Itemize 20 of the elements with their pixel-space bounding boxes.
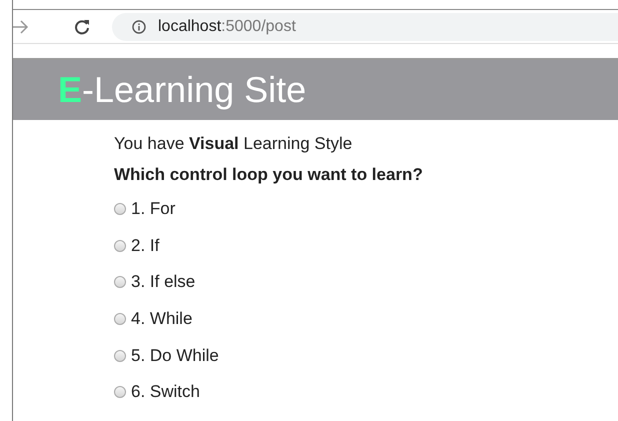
radio-button[interactable] [114,240,126,252]
address-bar[interactable]: localhost:5000/post [112,12,618,40]
option-label[interactable]: 1. For [131,199,176,220]
radio-button[interactable] [114,276,126,288]
radio-button[interactable] [114,313,126,326]
radio-button[interactable] [114,350,126,362]
option-label[interactable]: 2. If [131,236,160,256]
site-title: E-Learning Site [58,69,306,111]
radio-button[interactable] [114,386,126,398]
option-label[interactable]: 4. While [131,309,192,330]
url-text: localhost:5000/post [158,18,296,36]
info-icon[interactable] [132,20,146,34]
radio-button[interactable] [114,203,126,216]
question-text: Which control loop you want to learn? [114,165,423,185]
reload-icon[interactable] [74,18,90,34]
option-label[interactable]: 6. Switch [131,382,200,402]
learning-style-text: You have Visual Learning Style [114,134,352,154]
option-label[interactable]: 5. Do While [131,346,219,366]
forward-icon[interactable] [13,20,29,34]
option-label[interactable]: 3. If else [131,272,196,292]
